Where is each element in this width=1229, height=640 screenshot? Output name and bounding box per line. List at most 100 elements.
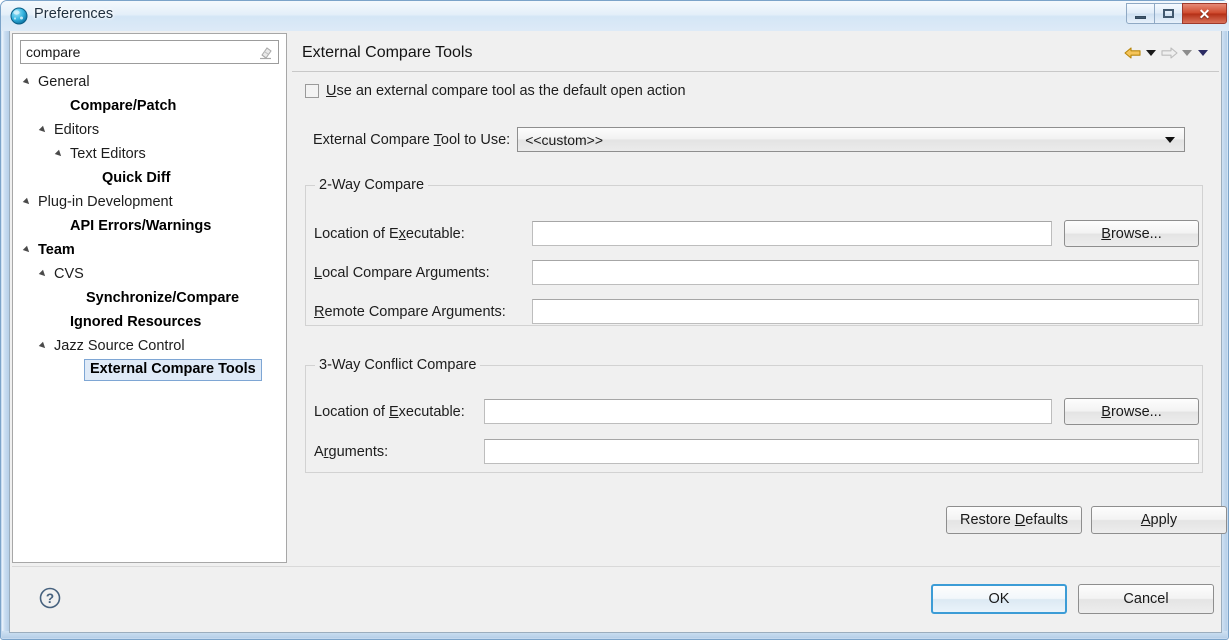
minimize-icon (1135, 15, 1146, 19)
eraser-icon[interactable] (258, 45, 273, 60)
title-divider (292, 71, 1219, 72)
local-compare-arguments-row: Local Compare Arguments: (314, 260, 1199, 285)
default-open-action-checkbox-row[interactable]: Use an external compare tool as the defa… (305, 83, 686, 99)
default-open-action-checkbox[interactable] (305, 84, 319, 98)
tree-item-label: Compare/Patch (70, 97, 177, 114)
expand-arrow-icon[interactable] (39, 341, 50, 352)
page-title: External Compare Tools (302, 44, 473, 61)
remote-compare-arguments-row: Remote Compare Arguments: (314, 299, 1199, 324)
tree-item-label: Text Editors (70, 145, 146, 162)
filter-box[interactable] (20, 40, 279, 64)
tree-item-label: Quick Diff (102, 169, 171, 186)
title-bar: Preferences ✕ (1, 1, 1229, 31)
two-way-compare-legend: 2-Way Compare (315, 177, 429, 193)
tree-item-quick-diff[interactable]: Quick Diff (13, 166, 286, 190)
external-compare-tool-select[interactable]: <<custom>> (517, 127, 1186, 152)
tree-item-jazz-source-control[interactable]: Jazz Source Control (13, 334, 286, 358)
back-arrow-icon[interactable] (1123, 45, 1143, 61)
ok-button[interactable]: OK (931, 584, 1067, 614)
tree-item-label: Editors (54, 121, 100, 138)
tree-item-label: API Errors/Warnings (70, 217, 212, 234)
forward-menu-chevron-down-icon (1179, 45, 1195, 61)
tree-item-team[interactable]: Team (13, 238, 286, 262)
cancel-button[interactable]: Cancel (1078, 584, 1214, 614)
three-way-browse-button[interactable]: Browse... (1064, 398, 1199, 425)
three-way-arguments-label: Arguments: (314, 443, 389, 460)
local-compare-arguments-label: Local Compare Arguments: (314, 264, 490, 281)
tree-item-ignored-resources[interactable]: Ignored Resources (13, 310, 286, 334)
tree-item-label: CVS (54, 265, 84, 282)
tree-item-label: Ignored Resources (70, 313, 202, 330)
three-way-executable-input[interactable] (484, 399, 1052, 424)
tree-item-compare-patch[interactable]: Compare/Patch (13, 94, 286, 118)
window-controls: ✕ (1126, 3, 1227, 26)
window-frame-left (2, 31, 9, 638)
two-way-executable-label: Location of Executable: (314, 225, 465, 242)
remote-compare-arguments-input[interactable] (532, 299, 1199, 324)
tree-item-api-errors-warnings[interactable]: API Errors/Warnings (13, 214, 286, 238)
remote-compare-arguments-label: Remote Compare Arguments: (314, 303, 506, 320)
dialog-button-bar: ? OK Cancel (12, 566, 1220, 630)
tree-item-cvs[interactable]: CVS (13, 262, 286, 286)
tree-item-label: Plug-in Development (38, 193, 173, 210)
preferences-tree[interactable]: General Compare/Patch Editors Text Editors Q… (13, 70, 286, 560)
search-input[interactable] (21, 43, 246, 61)
back-menu-chevron-down-icon[interactable] (1143, 45, 1159, 61)
expand-arrow-icon[interactable] (23, 77, 34, 88)
window-title: Preferences (34, 6, 114, 22)
three-way-arguments-input[interactable] (484, 439, 1199, 464)
tree-item-label: Synchronize/Compare (86, 289, 240, 306)
local-compare-arguments-input[interactable] (532, 260, 1199, 285)
expand-arrow-icon[interactable] (23, 197, 34, 208)
three-way-arguments-row: Arguments: (314, 439, 1199, 464)
tree-item-editors[interactable]: Editors (13, 118, 286, 142)
preferences-dialog-window: Preferences ✕ compare General Compare/Pa… (0, 0, 1229, 640)
svg-text:?: ? (46, 591, 54, 606)
default-open-action-label: Use an external compare tool as the defa… (326, 83, 686, 99)
maximize-button[interactable] (1154, 3, 1183, 24)
dialog-client-area: General Compare/Patch Editors Text Editors Q… (9, 31, 1227, 633)
expand-arrow-icon[interactable] (39, 269, 50, 280)
tree-item-label: Jazz Source Control (54, 337, 185, 354)
tree-item-plug-in-development[interactable]: Plug-in Development (13, 190, 286, 214)
two-way-executable-input[interactable] (532, 221, 1052, 246)
eclipse-sphere-icon (10, 7, 28, 25)
page-navigation (1123, 45, 1211, 61)
minimize-button[interactable] (1126, 3, 1155, 24)
tool-combo-value: <<custom>> (525, 131, 604, 148)
preference-page: External Compare Tools Use an external c… (291, 33, 1227, 563)
preferences-tree-panel: General Compare/Patch Editors Text Editors Q… (12, 33, 287, 563)
expand-arrow-icon[interactable] (55, 149, 66, 160)
tool-combo-label: External Compare Tool to Use: (313, 131, 511, 148)
two-way-executable-row: Location of Executable: Browse... (314, 220, 1199, 247)
help-question-icon[interactable]: ? (38, 586, 62, 610)
three-way-conflict-compare-legend: 3-Way Conflict Compare (315, 357, 481, 373)
tree-item-label: Team (38, 241, 75, 258)
three-way-conflict-compare-group: 3-Way Conflict Compare Location of Execu… (305, 357, 1203, 473)
three-way-executable-row: Location of Executable: Browse... (314, 398, 1199, 425)
tool-combo-row: External Compare Tool to Use: <<custom>> (313, 127, 1186, 152)
tree-item-text-editors[interactable]: Text Editors (13, 142, 286, 166)
tree-item-external-compare-tools[interactable]: External Compare Tools (13, 358, 286, 382)
expand-arrow-icon[interactable] (39, 125, 50, 136)
chevron-down-icon (1165, 137, 1176, 143)
restore-defaults-button[interactable]: Restore Defaults (946, 506, 1082, 534)
tree-item-label: General (38, 73, 90, 90)
two-way-browse-button[interactable]: Browse... (1064, 220, 1199, 247)
tree-item-general[interactable]: General (13, 70, 286, 94)
close-button[interactable]: ✕ (1182, 3, 1227, 24)
expand-arrow-icon[interactable] (23, 245, 34, 256)
close-icon: ✕ (1198, 5, 1211, 22)
maximize-icon (1163, 9, 1174, 18)
three-way-executable-label: Location of Executable: (314, 403, 465, 420)
apply-button[interactable]: Apply (1091, 506, 1227, 534)
tree-item-synchronize-compare[interactable]: Synchronize/Compare (13, 286, 286, 310)
view-menu-chevron-down-icon[interactable] (1195, 45, 1211, 61)
tree-item-label: External Compare Tools (84, 359, 262, 381)
